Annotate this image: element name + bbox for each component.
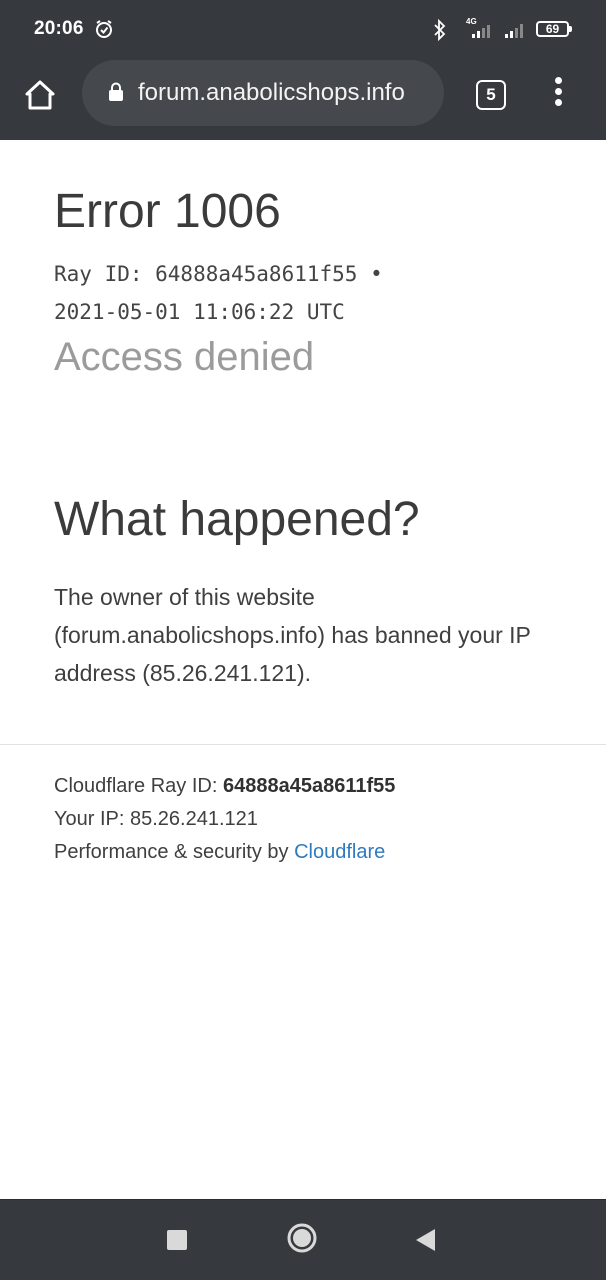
- explanation-text: The owner of this website (forum.anaboli…: [54, 584, 531, 686]
- home-icon[interactable]: [22, 77, 58, 113]
- back-icon[interactable]: [414, 1228, 436, 1252]
- battery-icon: 69: [536, 21, 572, 37]
- signal-icon: [505, 24, 523, 38]
- footer-ray-id: Cloudflare Ray ID: 64888a45a8611f55: [54, 770, 395, 803]
- tab-switcher-button[interactable]: 5: [476, 80, 506, 110]
- footer-perf-label: Performance & security by: [54, 841, 295, 863]
- alarm-icon: [96, 20, 112, 38]
- browser-toolbar: forum.anabolicshops.info 5: [0, 60, 606, 140]
- footer: Cloudflare Ray ID: 64888a45a8611f55 Your…: [54, 770, 395, 869]
- access-denied-subtitle: Access denied: [54, 335, 315, 379]
- what-happened-heading: What happened?: [54, 493, 420, 546]
- nav-home-icon[interactable]: [286, 1222, 318, 1254]
- footer-ray-label: Cloudflare Ray ID:: [54, 775, 223, 797]
- signal-4g-icon: 4G: [466, 17, 490, 38]
- cloudflare-link[interactable]: Cloudflare: [294, 841, 385, 863]
- svg-text:4G: 4G: [466, 17, 477, 26]
- address-bar[interactable]: forum.anabolicshops.info: [82, 60, 444, 126]
- bluetooth-icon: [434, 19, 446, 41]
- lock-icon: [109, 82, 123, 101]
- timestamp-line: 2021-05-01 11:06:22 UTC: [54, 300, 345, 324]
- footer-performance: Performance & security by Cloudflare: [54, 836, 395, 869]
- error-title: Error 1006: [54, 185, 281, 238]
- footer-divider: [0, 744, 606, 745]
- ray-id-line: Ray ID: 64888a45a8611f55 •: [54, 262, 383, 286]
- overflow-menu-icon[interactable]: [548, 74, 568, 118]
- url-text: forum.anabolicshops.info: [138, 79, 405, 106]
- status-bar: 20:06 4G 69: [0, 0, 606, 60]
- status-time: 20:06: [34, 18, 84, 39]
- footer-ray-value: 64888a45a8611f55: [222, 775, 396, 797]
- footer-ip: Your IP: 85.26.241.121: [54, 808, 258, 830]
- recents-icon[interactable]: [167, 1230, 187, 1250]
